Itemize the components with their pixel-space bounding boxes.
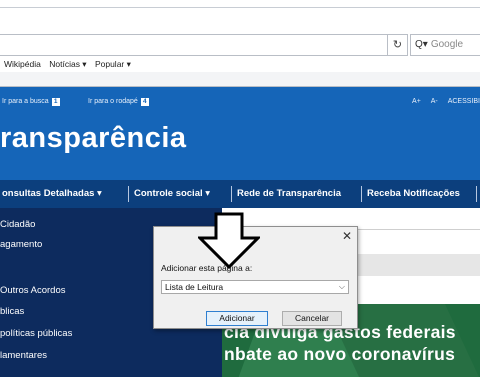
browser-window: ↻ Q▾ Google Wikipédia Notícias ▾ Popular …	[0, 0, 480, 377]
skip-to-footer-label: Ir para o rodapé	[88, 98, 138, 105]
banner-headline-line2: nbate ao novo coronavírus	[224, 344, 456, 364]
sidebar-item-pagamento[interactable]: agamento	[0, 239, 42, 250]
reload-button[interactable]: ↻	[388, 34, 408, 56]
close-icon: ✕	[341, 229, 353, 243]
cancel-button[interactable]: Cancelar	[282, 311, 342, 326]
tab-strip-fill	[0, 72, 480, 86]
sidebar-item-cidadao[interactable]: Cidadão	[0, 219, 35, 230]
sidebar-item-politicas-publicas[interactable]: políticas públicas	[0, 328, 72, 339]
accessibility-bar: Ir para a busca 1 Ir para o rodapé 4 A+ A-…	[0, 98, 480, 112]
sidebar-item-parlamentares[interactable]: lamentares	[0, 350, 47, 361]
nav-consultas-detalhadas[interactable]: onsultas Detalhadas ▾	[2, 180, 102, 208]
nav-separator	[476, 186, 477, 202]
skip-to-footer-link[interactable]: Ir para o rodapé 4	[88, 98, 149, 106]
address-bar[interactable]	[0, 34, 388, 56]
bookmark-popular[interactable]: Popular ▾	[95, 59, 131, 69]
nav-controle-social[interactable]: Controle social ▾	[134, 180, 210, 208]
main-nav: onsultas Detalhadas ▾ Controle social ▾ …	[0, 180, 480, 208]
skip-to-search-link[interactable]: Ir para a busca 1	[2, 98, 60, 106]
nav-separator	[231, 186, 232, 202]
dialog-close-button[interactable]: ✕	[340, 229, 354, 243]
search-placeholder: Google	[430, 39, 464, 50]
bookmark-noticias[interactable]: Notícias ▾	[49, 59, 86, 69]
font-increase-button[interactable]: A+	[412, 98, 421, 105]
browser-top-strip	[0, 0, 480, 8]
select-value: Lista de Leitura	[165, 282, 224, 292]
search-input[interactable]: Q▾ Google	[410, 34, 480, 56]
nav-separator	[361, 186, 362, 202]
site-logo-text[interactable]: ransparência	[0, 122, 187, 155]
add-button[interactable]: Adicionar	[206, 311, 268, 326]
skip-to-search-key: 1	[51, 98, 60, 106]
nav-separator	[128, 186, 129, 202]
search-icon: Q▾	[415, 39, 428, 50]
chevron-down-icon: ⌵	[338, 282, 345, 291]
sidebar-item-outros-acordos[interactable]: Outros Acordos	[0, 285, 65, 296]
skip-to-footer-key: 4	[140, 98, 149, 106]
accessibility-link[interactable]: ACESSIBI	[448, 98, 480, 105]
skip-to-search-label: Ir para a busca	[2, 98, 49, 105]
font-decrease-button[interactable]: A-	[431, 98, 438, 105]
bookmarks-toolbar: Wikipédia Notícias ▾ Popular ▾	[0, 56, 480, 72]
accessibility-controls: A+ A- ACESSIBI	[404, 98, 480, 105]
bookmark-wikipedia[interactable]: Wikipédia	[4, 59, 41, 69]
sidebar-item-publicas[interactable]: blicas	[0, 306, 24, 317]
nav-receba-notificacoes[interactable]: Receba Notificações	[367, 180, 460, 208]
site-header: Ir para a busca 1 Ir para o rodapé 4 A+ A-…	[0, 87, 480, 180]
nav-rede-transparencia[interactable]: Rede de Transparência	[237, 180, 341, 208]
reading-list-select[interactable]: Lista de Leitura ⌵	[161, 280, 349, 294]
down-arrow-annotation-icon	[198, 212, 260, 270]
reload-icon: ↻	[392, 39, 403, 51]
